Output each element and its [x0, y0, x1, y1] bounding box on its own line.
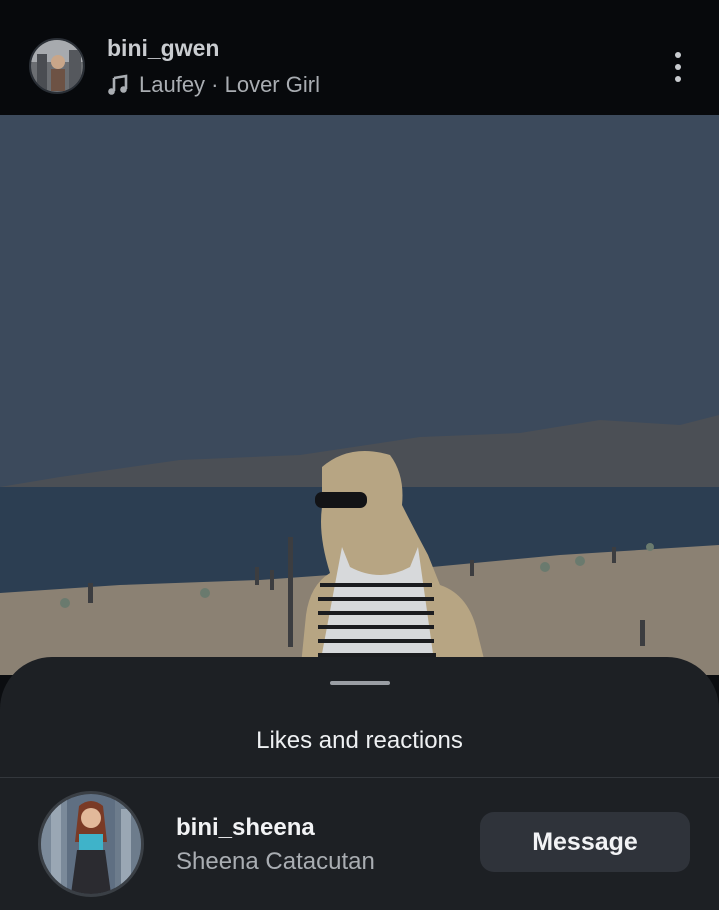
reactor-full-name: Sheena Catacutan: [176, 848, 375, 875]
drag-handle[interactable]: [330, 681, 390, 685]
author-avatar[interactable]: [29, 38, 85, 94]
avatar[interactable]: [38, 791, 144, 897]
post-photo: [0, 115, 719, 675]
music-track-label: Laufey · Lover Girl: [139, 72, 320, 97]
list-item[interactable]: bini_sheena Sheena Catacutan Message: [0, 778, 719, 910]
reactor-username[interactable]: bini_sheena: [176, 814, 315, 842]
message-button[interactable]: Message: [480, 812, 690, 872]
more-vertical-icon[interactable]: [672, 50, 684, 84]
author-username[interactable]: bini_gwen: [107, 35, 219, 62]
music-info[interactable]: Laufey · Lover Girl: [107, 72, 320, 98]
music-note-icon: [108, 74, 128, 95]
sheet-title: Likes and reactions: [256, 727, 463, 754]
post-header: bini_gwen Laufey · Lover Girl: [0, 0, 719, 115]
reactions-sheet: Likes and reactions bini_sheena Sheena C…: [0, 657, 719, 910]
